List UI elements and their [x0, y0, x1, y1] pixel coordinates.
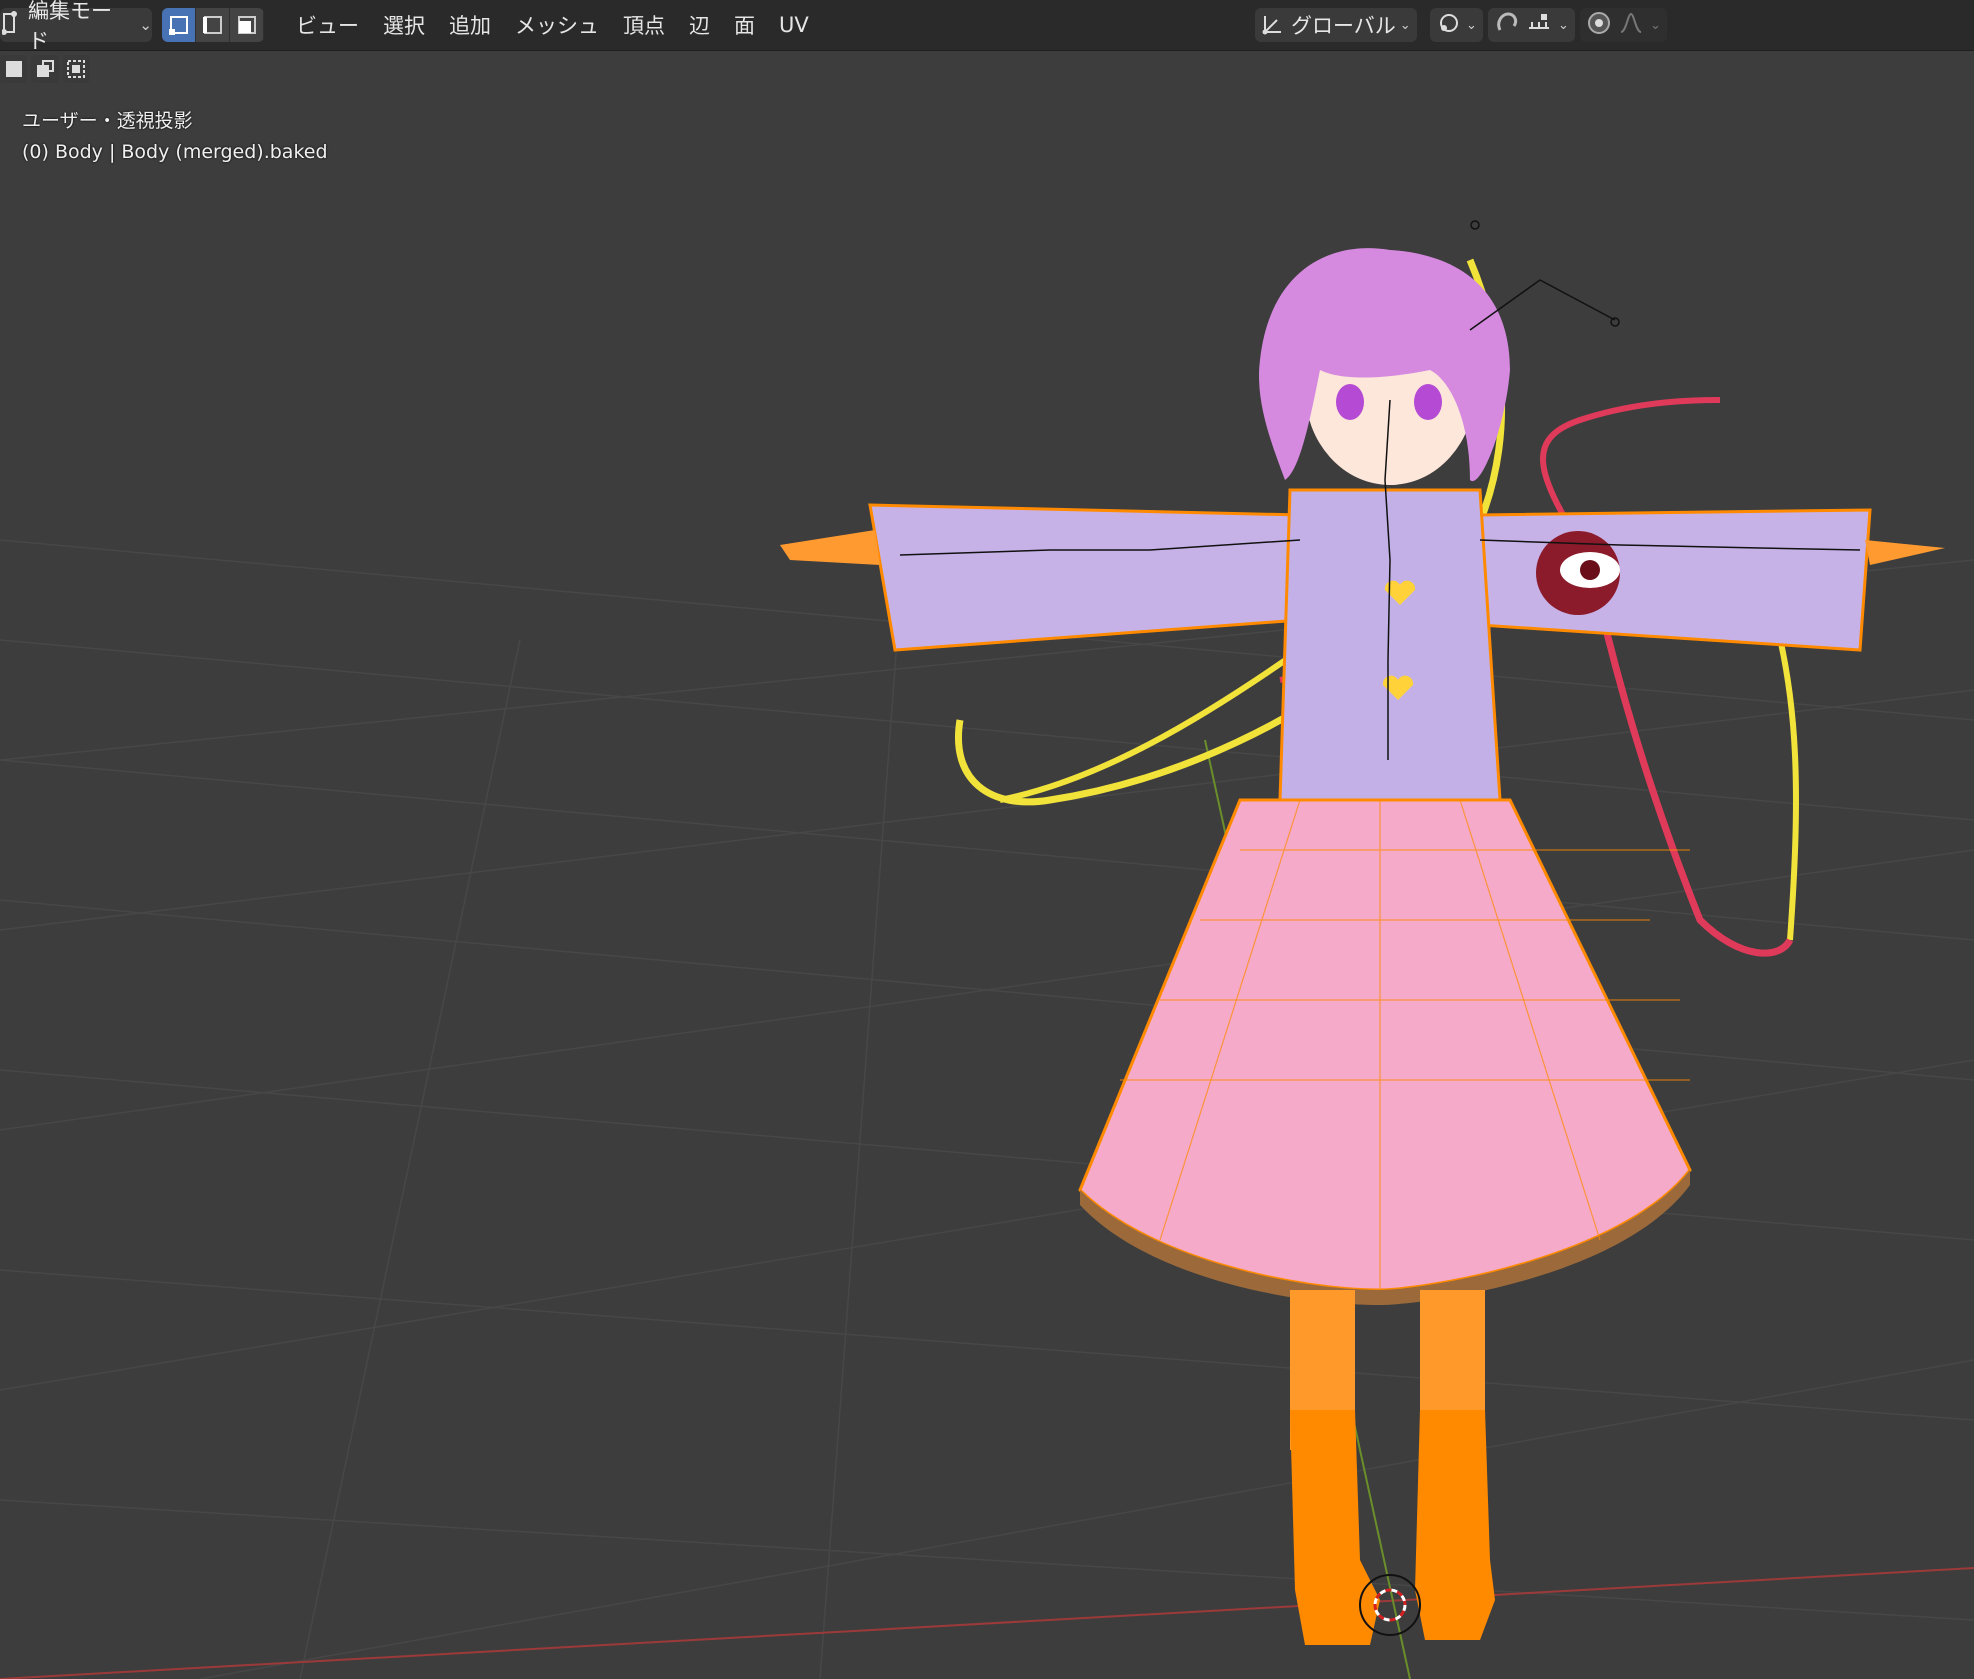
mode-dropdown[interactable]: 編集モード ⌄ — [0, 0, 152, 53]
select-box-mode-group — [0, 52, 90, 86]
falloff-icon[interactable] — [1618, 10, 1644, 41]
menu-face[interactable]: 面 — [722, 10, 767, 40]
3d-viewport[interactable] — [0, 0, 1974, 1679]
edge-select-icon[interactable] — [196, 8, 230, 42]
snap-increment-icon[interactable] — [1526, 10, 1552, 41]
proportional-edit-icon[interactable] — [1586, 10, 1612, 41]
transform-orientation-icon — [1261, 10, 1287, 41]
chevron-down-icon: ⌄ — [1466, 17, 1477, 33]
pivot-point-dropdown[interactable]: ⌄ — [1430, 8, 1483, 42]
edit-mode-icon — [1, 10, 22, 41]
select-extend-icon[interactable] — [31, 55, 59, 83]
menu-view[interactable]: ビュー — [284, 10, 371, 40]
viewport-info: ユーザー・透視投影 (0) Body | Body (merged).baked — [22, 106, 328, 168]
menu-mesh[interactable]: メッシュ — [503, 10, 611, 40]
face-select-icon[interactable] — [230, 8, 264, 42]
chevron-down-icon: ⌄ — [139, 16, 152, 34]
vertex-select-icon[interactable] — [162, 8, 196, 42]
snap-icon[interactable] — [1494, 10, 1520, 41]
menu-uv[interactable]: UV — [767, 13, 821, 37]
orientation-label: グローバル — [1291, 14, 1396, 38]
pivot-icon — [1436, 10, 1462, 41]
select-subtract-icon[interactable] — [62, 55, 90, 83]
object-label: (0) Body | Body (merged).baked — [22, 141, 328, 163]
mode-label: 編集モード — [28, 0, 112, 53]
viewport-header: 編集モード ⌄ ビュー 選択 追加 メッシュ 頂点 辺 面 UV グローバル ⌄ — [0, 0, 1974, 53]
menu-select[interactable]: 選択 — [371, 10, 437, 40]
select-mode-group — [162, 8, 264, 42]
menu-edge[interactable]: 辺 — [677, 10, 722, 40]
view-label: ユーザー・透視投影 — [22, 110, 193, 132]
chevron-down-icon[interactable]: ⌄ — [1650, 18, 1661, 33]
select-new-icon[interactable] — [0, 55, 28, 83]
menu-vertex[interactable]: 頂点 — [611, 10, 677, 40]
transform-orientation-dropdown[interactable]: グローバル ⌄ — [1255, 8, 1417, 42]
header-menu: ビュー 選択 追加 メッシュ 頂点 辺 面 UV — [284, 0, 821, 50]
snap-controls: ⌄ — [1488, 8, 1575, 42]
chevron-down-icon: ⌄ — [1399, 17, 1411, 33]
menu-add[interactable]: 追加 — [437, 10, 503, 40]
chevron-down-icon[interactable]: ⌄ — [1558, 18, 1569, 33]
proportional-edit-controls: ⌄ — [1580, 8, 1667, 42]
